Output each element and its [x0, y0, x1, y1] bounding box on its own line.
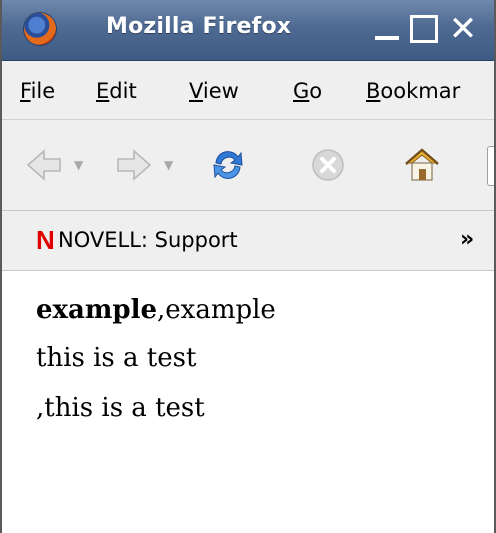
menu-bookmarks[interactable]: Bookmar [366, 79, 460, 103]
window-title: Mozilla Firefox [106, 14, 292, 39]
firefox-icon[interactable] [24, 13, 56, 45]
plain-text: ,example [157, 295, 276, 325]
close-button[interactable]: ✕ [448, 12, 478, 46]
page-content: example,example this is a test ,this is … [2, 271, 494, 533]
reload-icon[interactable] [208, 145, 248, 185]
menu-go[interactable]: Go [293, 79, 322, 103]
bookmarks-overflow-chevron[interactable]: » [460, 227, 474, 252]
home-icon[interactable] [402, 145, 442, 185]
forward-icon[interactable] [114, 145, 154, 185]
content-line-3: ,this is a test [36, 393, 205, 423]
content-line-1: example,example [36, 295, 276, 325]
menu-edit[interactable]: Edit [96, 79, 137, 103]
novell-logo-icon[interactable]: N [36, 227, 55, 253]
back-dropdown-icon[interactable]: ▼ [74, 158, 83, 172]
content-line-2: this is a test [36, 343, 197, 373]
menu-view[interactable]: View [189, 79, 239, 103]
minimize-button[interactable] [372, 14, 402, 44]
browser-window: Mozilla Firefox ✕ File Edit View Go Book… [0, 0, 496, 533]
bookmarks-toolbar: N NOVELL: Support » [2, 211, 494, 271]
bookmark-novell-support[interactable]: NOVELL: Support [58, 228, 238, 252]
maximize-button[interactable] [410, 15, 438, 43]
back-icon[interactable] [24, 145, 64, 185]
menu-bar: File Edit View Go Bookmar [2, 61, 494, 120]
navigation-toolbar: ▼ ▼ [2, 120, 494, 211]
stop-icon[interactable] [308, 145, 348, 185]
forward-dropdown-icon[interactable]: ▼ [164, 158, 173, 172]
location-bar[interactable] [487, 146, 494, 186]
bold-text: example [36, 295, 157, 325]
menu-file[interactable]: File [20, 79, 55, 103]
title-bar[interactable]: Mozilla Firefox ✕ [2, 0, 494, 61]
